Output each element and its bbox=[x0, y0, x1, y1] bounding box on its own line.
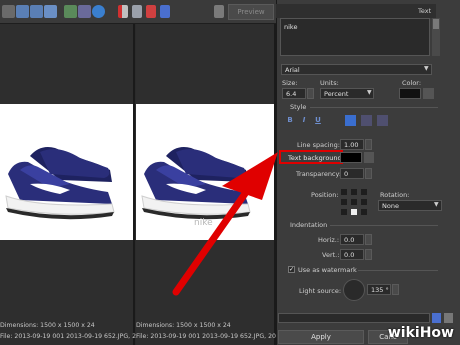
red-arrow-annotation bbox=[172, 152, 278, 296]
wikihow-watermark: wikiHow bbox=[387, 325, 454, 341]
